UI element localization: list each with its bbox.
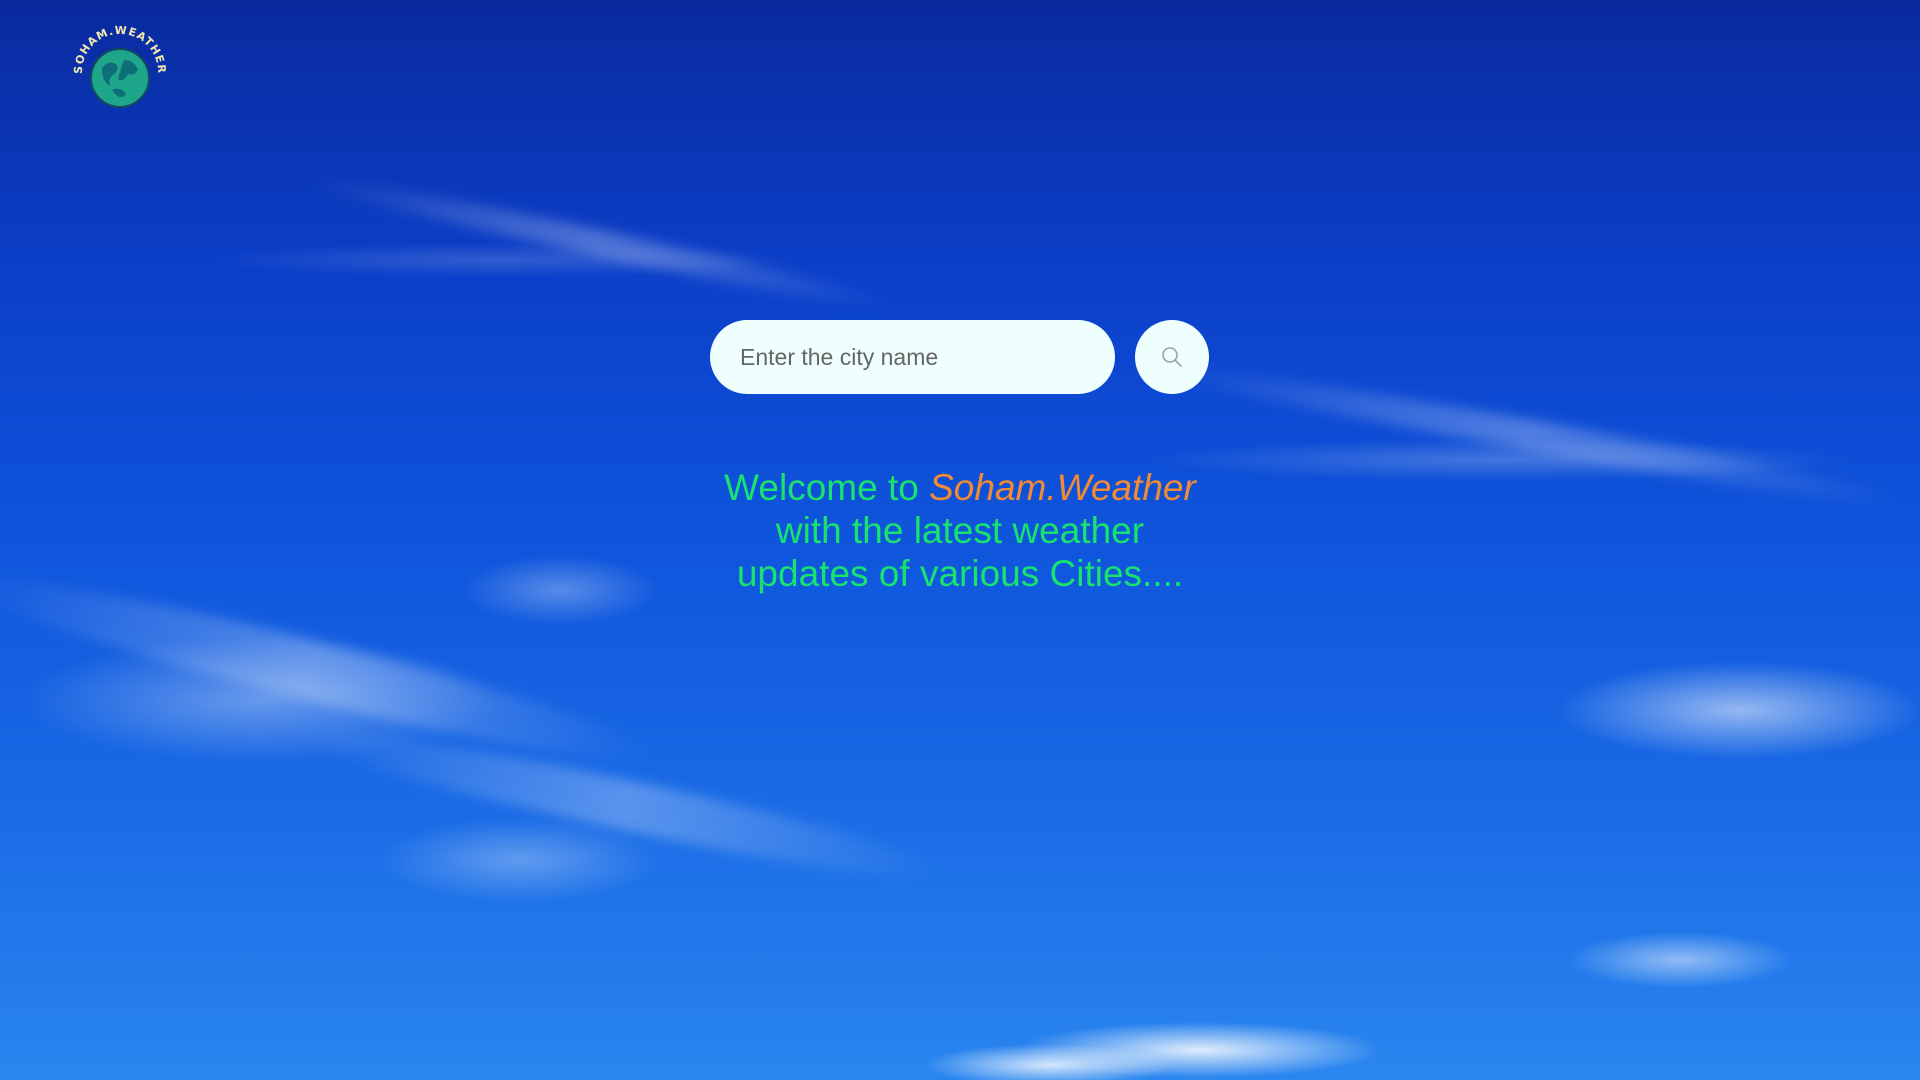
cloud-streak [303, 167, 897, 319]
cloud-streak [301, 712, 949, 898]
cloud-streak [1153, 354, 1907, 516]
welcome-message: Welcome to Soham.Weather with the latest… [660, 466, 1260, 595]
search-icon [1162, 347, 1182, 367]
welcome-line-2: with the latest weather [775, 510, 1145, 551]
brand-name: Soham.Weather [929, 467, 1196, 508]
welcome-line-1: Welcome to Soham.Weather [660, 466, 1260, 509]
search-button[interactable] [1135, 320, 1209, 394]
globe-logo-icon: SOHAM.WEATHER [72, 24, 167, 108]
city-search-input[interactable] [710, 320, 1115, 394]
welcome-line-3: updates of various Cities.... [736, 553, 1184, 594]
welcome-prefix: Welcome to [724, 467, 919, 508]
search-bar [710, 320, 1209, 394]
logo[interactable]: SOHAM.WEATHER [72, 24, 168, 108]
cloud-streak [0, 556, 657, 784]
